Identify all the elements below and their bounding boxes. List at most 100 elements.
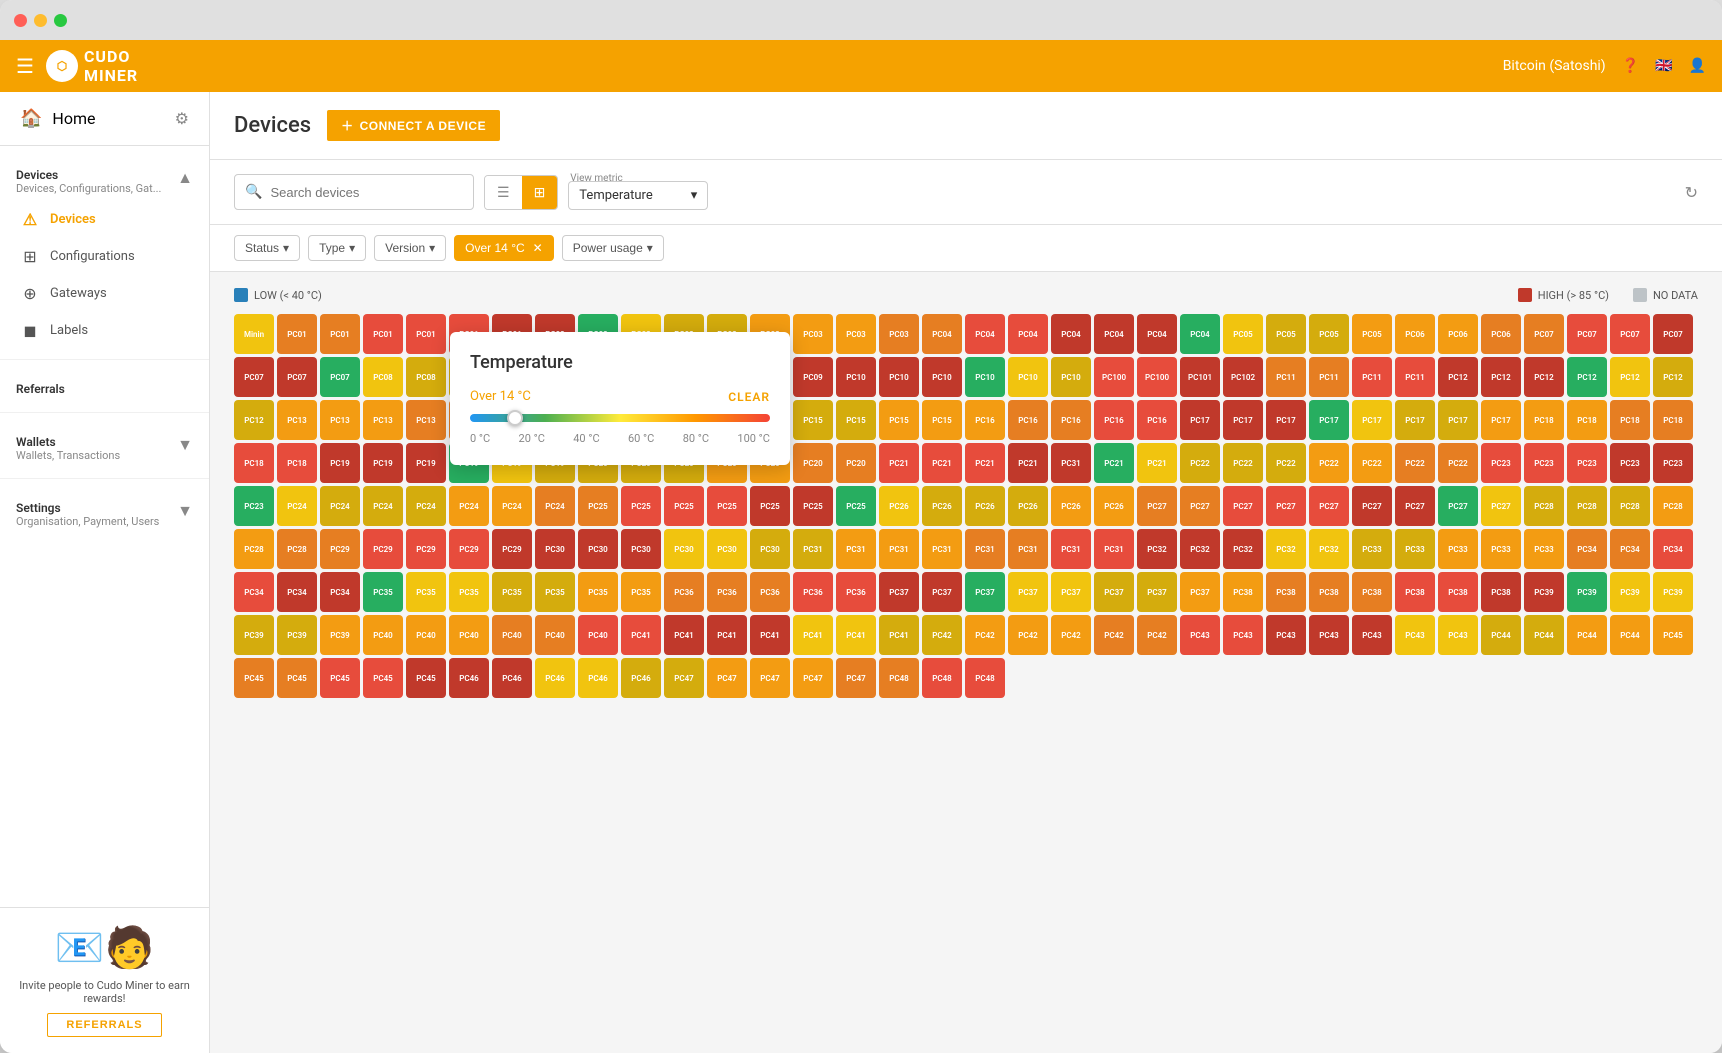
device-tile[interactable]: PC35 (406, 572, 446, 612)
sidebar-item-labels[interactable]: ◼ Labels (0, 312, 209, 349)
device-tile[interactable]: PC22 (1223, 443, 1263, 483)
language-flag[interactable]: 🇬🇧 (1655, 58, 1672, 74)
device-tile[interactable]: PC32 (1137, 529, 1177, 569)
device-tile[interactable]: PC05 (1223, 314, 1263, 354)
device-tile[interactable]: PC04 (922, 314, 962, 354)
device-tile[interactable]: PC35 (449, 572, 489, 612)
device-tile[interactable]: PC36 (664, 572, 704, 612)
device-tile[interactable]: PC32 (1223, 529, 1263, 569)
device-tile[interactable]: PC12 (234, 400, 274, 440)
device-tile[interactable]: PC23 (1653, 443, 1693, 483)
device-tile[interactable]: PC26 (965, 486, 1005, 526)
device-tile[interactable]: PC16 (965, 400, 1005, 440)
device-tile[interactable]: PC39 (1524, 572, 1564, 612)
slider-thumb[interactable] (507, 410, 523, 426)
device-tile[interactable]: PC25 (621, 486, 661, 526)
device-tile[interactable]: PC45 (406, 658, 446, 698)
device-tile[interactable]: PC12 (1481, 357, 1521, 397)
device-tile[interactable]: PC11 (1266, 357, 1306, 397)
device-tile[interactable]: PC16 (1137, 400, 1177, 440)
wallets-collapse[interactable]: ▼ (177, 435, 193, 455)
device-tile[interactable]: PC07 (1653, 314, 1693, 354)
device-tile[interactable]: PC34 (1653, 529, 1693, 569)
device-tile[interactable]: PC25 (750, 486, 790, 526)
device-tile[interactable]: PC43 (1180, 615, 1220, 655)
device-tile[interactable]: PC48 (922, 658, 962, 698)
refresh-icon[interactable]: ↻ (1685, 183, 1698, 202)
device-tile[interactable]: PC18 (1524, 400, 1564, 440)
device-tile[interactable]: PC24 (449, 486, 489, 526)
device-tile[interactable]: PC18 (234, 443, 274, 483)
temp-active-filter[interactable]: Over 14 °C ✕ (454, 235, 554, 261)
device-tile[interactable]: PC11 (1395, 357, 1435, 397)
device-tile[interactable]: PC22 (1438, 443, 1478, 483)
device-tile[interactable]: PC47 (750, 658, 790, 698)
device-tile[interactable]: PC39 (1653, 572, 1693, 612)
device-tile[interactable]: PC28 (1567, 486, 1607, 526)
device-tile[interactable]: PC15 (922, 400, 962, 440)
device-tile[interactable]: PC12 (1567, 357, 1607, 397)
device-tile[interactable]: PC04 (1180, 314, 1220, 354)
device-tile[interactable]: PC26 (879, 486, 919, 526)
device-tile[interactable]: PC31 (879, 529, 919, 569)
device-tile[interactable]: PC05 (1352, 314, 1392, 354)
device-tile[interactable]: PC45 (1653, 615, 1693, 655)
device-tile[interactable]: PC40 (363, 615, 403, 655)
device-tile[interactable]: PC07 (1524, 314, 1564, 354)
device-tile[interactable]: PC27 (1180, 486, 1220, 526)
device-tile[interactable]: PC43 (1395, 615, 1435, 655)
device-tile[interactable]: PC21 (965, 443, 1005, 483)
device-tile[interactable]: PC46 (578, 658, 618, 698)
device-tile[interactable]: PC41 (836, 615, 876, 655)
device-tile[interactable]: PC27 (1309, 486, 1349, 526)
device-tile[interactable]: PC38 (1395, 572, 1435, 612)
device-tile[interactable]: PC07 (234, 357, 274, 397)
device-tile[interactable]: PC15 (836, 400, 876, 440)
maximize-button[interactable] (54, 14, 67, 27)
device-tile[interactable]: PC25 (664, 486, 704, 526)
device-tile[interactable]: PC41 (621, 615, 661, 655)
device-tile[interactable]: PC08 (363, 357, 403, 397)
popup-clear-button[interactable]: CLEAR (728, 390, 770, 404)
device-tile[interactable]: PC45 (320, 658, 360, 698)
device-tile[interactable]: PC22 (1180, 443, 1220, 483)
device-tile[interactable]: PC47 (707, 658, 747, 698)
device-tile[interactable]: PC15 (793, 400, 833, 440)
device-tile[interactable]: PC27 (1266, 486, 1306, 526)
device-tile[interactable]: PC17 (1481, 400, 1521, 440)
device-tile[interactable]: PC05 (1266, 314, 1306, 354)
device-tile[interactable]: PC19 (363, 443, 403, 483)
connect-device-button[interactable]: ＋ CONNECT A DEVICE (327, 110, 500, 141)
device-tile[interactable]: PC28 (1653, 486, 1693, 526)
device-tile[interactable]: PC31 (836, 529, 876, 569)
referrals-button[interactable]: REFERRALS (47, 1013, 161, 1037)
device-tile[interactable]: PC28 (277, 529, 317, 569)
device-tile[interactable]: PC18 (1567, 400, 1607, 440)
device-tile[interactable]: PC26 (1051, 486, 1091, 526)
device-tile[interactable]: PC45 (363, 658, 403, 698)
device-tile[interactable]: PC33 (1352, 529, 1392, 569)
device-tile[interactable]: PC10 (922, 357, 962, 397)
device-tile[interactable]: PC43 (1352, 615, 1392, 655)
device-tile[interactable]: PC31 (1008, 529, 1048, 569)
device-tile[interactable]: PC44 (1567, 615, 1607, 655)
device-tile[interactable]: PC23 (1610, 443, 1650, 483)
device-tile[interactable]: PC04 (1137, 314, 1177, 354)
device-tile[interactable]: PC40 (535, 615, 575, 655)
device-tile[interactable]: PC22 (1309, 443, 1349, 483)
device-tile[interactable]: PC42 (1094, 615, 1134, 655)
device-tile[interactable]: PC12 (1438, 357, 1478, 397)
device-tile[interactable]: PC42 (1051, 615, 1091, 655)
device-tile[interactable]: PC38 (1309, 572, 1349, 612)
device-tile[interactable]: PC46 (535, 658, 575, 698)
device-tile[interactable]: PC33 (1524, 529, 1564, 569)
device-tile[interactable]: PC44 (1610, 615, 1650, 655)
device-tile[interactable]: PC38 (1481, 572, 1521, 612)
device-tile[interactable]: PC39 (320, 615, 360, 655)
device-tile[interactable]: PC33 (1395, 529, 1435, 569)
minimize-button[interactable] (34, 14, 47, 27)
type-filter[interactable]: Type ▾ (308, 235, 366, 261)
device-tile[interactable]: PC29 (320, 529, 360, 569)
device-grid-container[interactable]: LOW (< 40 °C) HIGH (> 85 °C) NO DATA Tem… (210, 272, 1722, 1053)
device-tile[interactable]: PC44 (1524, 615, 1564, 655)
